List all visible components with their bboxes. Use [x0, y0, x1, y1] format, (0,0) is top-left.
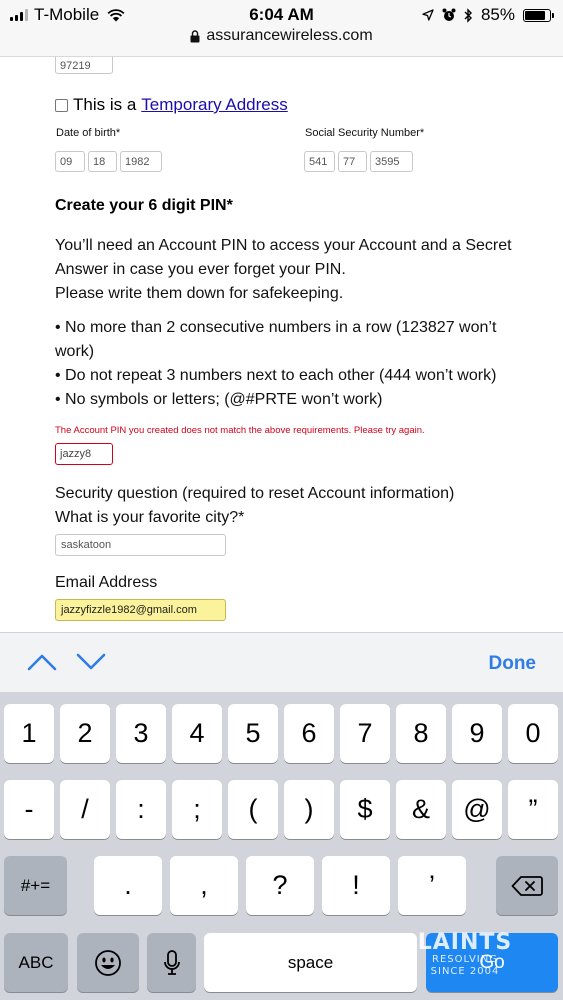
key-quote[interactable]: ”	[508, 780, 558, 839]
key-right-paren[interactable]: )	[284, 780, 334, 839]
key-at[interactable]: @	[452, 780, 502, 839]
key-5[interactable]: 5	[228, 704, 278, 763]
email-field[interactable]: jazzyfizzle1982@gmail.com	[55, 599, 226, 621]
zip-code-field[interactable]: 97219	[55, 57, 113, 74]
web-form: 97219 This is a Temporary Address Date o…	[0, 57, 563, 632]
key-comma[interactable]: ,	[170, 856, 238, 915]
done-button[interactable]: Done	[489, 653, 537, 675]
pin-intro-line-1: You’ll need an Account PIN to access you…	[55, 237, 512, 278]
pin-error-message: The Account PIN you created does not mat…	[55, 425, 425, 436]
location-arrow-icon	[422, 9, 434, 21]
watermark-line-1: LAINTS	[417, 930, 513, 955]
key-colon[interactable]: :	[116, 780, 166, 839]
security-question-heading: Security question (required to reset Acc…	[55, 485, 455, 502]
ssn-part1-field[interactable]: 541	[304, 151, 335, 172]
dob-label: Date of birth*	[56, 127, 121, 139]
pin-rule: • No more than 2 consecutive numbers in …	[55, 319, 497, 360]
emoji-icon	[95, 949, 121, 976]
lock-icon	[190, 29, 200, 42]
backspace-key[interactable]	[496, 856, 558, 915]
email-label: Email Address	[55, 574, 158, 591]
key-abc[interactable]: ABC	[4, 933, 68, 992]
temporary-address-text: This is a	[73, 95, 137, 114]
key-hyphen[interactable]: -	[4, 780, 54, 839]
pin-rule: • Do not repeat 3 numbers next to each o…	[55, 367, 497, 384]
key-dollar[interactable]: $	[340, 780, 390, 839]
dob-day-field[interactable]: 18	[88, 151, 117, 172]
key-semicolon[interactable]: ;	[172, 780, 222, 839]
pin-intro: You’ll need an Account PIN to access you…	[55, 234, 535, 306]
key-0[interactable]: 0	[508, 704, 558, 763]
temporary-address-row: This is a Temporary Address	[55, 95, 288, 115]
watermark-line-2: RESOLVING	[432, 954, 498, 965]
dob-year-field[interactable]: 1982	[120, 151, 162, 172]
status-bar: T-Mobile 6:04 AM 85% assurancewireless.c…	[0, 0, 563, 57]
microphone-icon	[163, 949, 180, 975]
key-question[interactable]: ?	[246, 856, 314, 915]
bluetooth-icon	[464, 7, 472, 23]
key-4[interactable]: 4	[172, 704, 222, 763]
key-slash[interactable]: /	[60, 780, 110, 839]
dictation-key[interactable]	[147, 933, 196, 992]
key-8[interactable]: 8	[396, 704, 446, 763]
ssn-part3-field[interactable]: 3595	[370, 151, 413, 172]
pin-intro-line-2: Please write them down for safekeeping.	[55, 285, 344, 302]
temporary-address-link[interactable]: Temporary Address	[141, 95, 287, 115]
key-left-paren[interactable]: (	[228, 780, 278, 839]
backspace-icon	[511, 875, 543, 896]
security-question-label: Security question (required to reset Acc…	[55, 482, 454, 530]
key-1[interactable]: 1	[4, 704, 54, 763]
watermark-line-3: SINCE 2004	[430, 966, 500, 977]
battery-fill	[525, 10, 546, 20]
form-accessory-bar: Done	[0, 632, 563, 692]
pin-rule: • No symbols or letters; (@#PRTE won’t w…	[55, 391, 383, 408]
security-answer-field[interactable]: saskatoon	[55, 534, 226, 556]
watermark: LAINTS RESOLVING SINCE 2004	[410, 932, 520, 978]
pin-rules-list: • No more than 2 consecutive numbers in …	[55, 316, 535, 412]
pin-heading: Create your 6 digit PIN*	[55, 197, 233, 214]
key-9[interactable]: 9	[452, 704, 502, 763]
battery-icon	[523, 8, 554, 22]
key-ampersand[interactable]: &	[396, 780, 446, 839]
chevron-down-icon[interactable]	[76, 651, 106, 673]
key-7[interactable]: 7	[340, 704, 390, 763]
key-2[interactable]: 2	[60, 704, 110, 763]
address-bar[interactable]: assurancewireless.com	[0, 27, 563, 45]
key-6[interactable]: 6	[284, 704, 334, 763]
emoji-key[interactable]	[77, 933, 139, 992]
key-period[interactable]: .	[94, 856, 162, 915]
security-question-text: What is your favorite city?*	[55, 509, 245, 526]
ssn-part2-field[interactable]: 77	[338, 151, 367, 172]
url-text: assurancewireless.com	[206, 27, 373, 44]
dob-month-field[interactable]: 09	[55, 151, 85, 172]
alarm-clock-icon	[442, 8, 456, 21]
status-right: 85%	[422, 5, 554, 25]
temporary-address-checkbox[interactable]	[55, 98, 68, 112]
key-apostrophe[interactable]: ’	[398, 856, 466, 915]
phone-screen: T-Mobile 6:04 AM 85% assurancewireless.c…	[0, 0, 563, 1000]
battery-percent: 85%	[480, 5, 515, 24]
chevron-up-icon[interactable]	[27, 651, 57, 673]
key-more-symbols[interactable]: #+=	[4, 856, 67, 915]
space-key[interactable]: space	[204, 933, 417, 992]
ssn-label: Social Security Number*	[305, 127, 425, 139]
key-exclamation[interactable]: !	[322, 856, 390, 915]
key-3[interactable]: 3	[116, 704, 166, 763]
pin-field[interactable]: jazzy8	[55, 443, 113, 465]
